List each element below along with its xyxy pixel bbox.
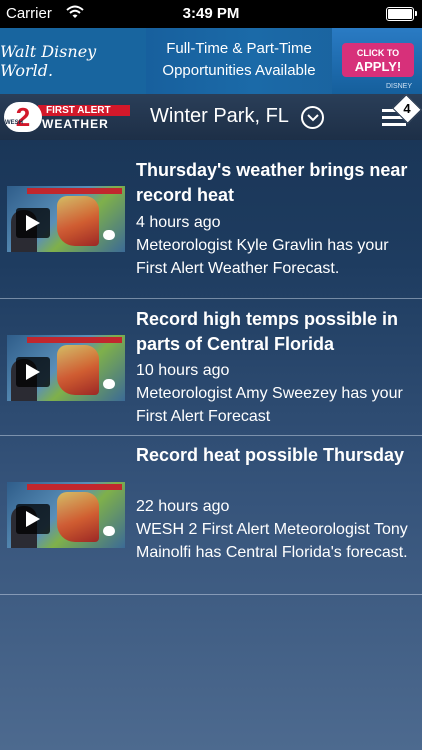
news-item[interactable]: Record high temps possible in parts of C…: [0, 299, 422, 436]
location-label[interactable]: Winter Park, FL: [150, 105, 289, 128]
thumb-banner: [27, 484, 122, 490]
ad-text: Full-Time & Part-Time Opportunities Avai…: [146, 28, 332, 94]
chevron-down-icon[interactable]: [301, 106, 324, 129]
video-thumbnail[interactable]: [7, 186, 125, 252]
brand-alert-label: FIRST ALERT: [38, 105, 130, 116]
ad-logo: Walt Disney World.: [0, 28, 146, 94]
station-logo: FIRST ALERT WEATHER 2 WESH: [4, 102, 132, 132]
ad-footer: DISNEY: [385, 83, 412, 90]
ad-line-2: Opportunities Available: [162, 62, 316, 79]
thumb-banner: [27, 188, 122, 194]
news-time: 4 hours ago: [136, 214, 221, 231]
battery-icon: [386, 7, 417, 21]
news-item[interactable]: Record heat possible Thursday 22 hours a…: [0, 436, 422, 595]
news-title[interactable]: Record high temps possible in parts of C…: [136, 307, 414, 357]
ad-cta-panel[interactable]: CLICK TO APPLY! DISNEY: [332, 28, 422, 94]
notification-count: 4: [403, 101, 411, 116]
thumb-map: [57, 196, 99, 246]
news-list: Thursday's weather brings near record he…: [0, 140, 422, 595]
news-description: Meteorologist Kyle Gravlin has your Firs…: [136, 237, 389, 277]
thumb-map: [57, 345, 99, 395]
brand-number-badge: 2 WESH: [4, 102, 42, 132]
thumb-logo: [103, 379, 115, 389]
brand-number: 2: [15, 102, 31, 132]
thumb-banner: [27, 337, 122, 343]
video-thumbnail[interactable]: [7, 482, 125, 548]
menu-button[interactable]: 4: [382, 94, 422, 132]
brand-weather-label: WEATHER: [42, 117, 109, 131]
app-screen: Carrier 3:49 PM Walt Disney World. Full-…: [0, 0, 422, 750]
video-thumbnail[interactable]: [7, 335, 125, 401]
brand-station: WESH: [5, 120, 23, 126]
play-icon[interactable]: [16, 208, 50, 238]
news-description: WESH 2 First Alert Meteorologist Tony Ma…: [136, 521, 408, 561]
news-time: 10 hours ago: [136, 362, 230, 379]
news-title[interactable]: Thursday's weather brings near record he…: [136, 158, 414, 208]
ad-banner[interactable]: Walt Disney World. Full-Time & Part-Time…: [0, 28, 422, 94]
ad-line-1: Full-Time & Part-Time: [166, 40, 312, 57]
status-bar: Carrier 3:49 PM: [0, 0, 422, 28]
play-icon[interactable]: [16, 357, 50, 387]
thumb-logo: [103, 526, 115, 536]
app-header: FIRST ALERT WEATHER 2 WESH Winter Park, …: [0, 94, 422, 140]
news-item[interactable]: Thursday's weather brings near record he…: [0, 140, 422, 299]
apply-button[interactable]: CLICK TO APPLY!: [342, 43, 414, 77]
news-title[interactable]: Record heat possible Thursday: [136, 443, 414, 468]
menu-icon-bar: [382, 123, 406, 126]
play-icon[interactable]: [16, 504, 50, 534]
thumb-map: [57, 492, 99, 542]
apply-button-label: APPLY!: [354, 59, 402, 74]
news-time: 22 hours ago: [136, 498, 230, 515]
status-time: 3:49 PM: [182, 5, 240, 22]
apply-button-small: CLICK TO: [356, 48, 400, 58]
news-description: Meteorologist Amy Sweezey has your First…: [136, 385, 403, 425]
ad-brand-text: Walt Disney World.: [0, 42, 97, 80]
thumb-logo: [103, 230, 115, 240]
